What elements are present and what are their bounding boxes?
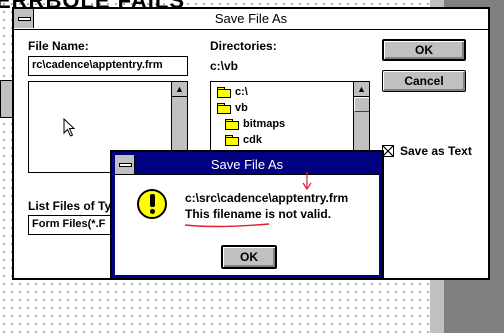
file-name-label-text: File Name: — [28, 39, 89, 53]
exclamation-icon — [137, 189, 167, 219]
mouse-pointer-icon — [63, 118, 76, 137]
open-folder-icon — [217, 103, 231, 115]
dir-item-bitmaps[interactable]: bitmaps — [225, 116, 285, 133]
file-name-input[interactable]: rc\cadence\apptentry.frm — [28, 56, 188, 76]
dir-item-root[interactable]: c:\ — [217, 84, 248, 101]
system-menu-icon[interactable] — [14, 9, 34, 28]
open-folder-icon — [217, 87, 231, 99]
alert-title: Save File As — [210, 157, 284, 172]
ok-button[interactable]: OK — [382, 39, 466, 61]
dir-item-vb[interactable]: vb — [217, 100, 248, 117]
alert-ok-button[interactable]: OK — [221, 245, 277, 269]
list-files-select[interactable]: Form Files(*.F — [28, 215, 118, 235]
alert-message-line: This filename is not valid. — [185, 207, 332, 221]
folder-icon — [225, 119, 239, 131]
save-dialog-titlebar[interactable]: Save File As — [14, 9, 488, 30]
dir-item-label: vb — [235, 102, 248, 114]
current-directory: c:\vb — [210, 59, 239, 73]
system-menu-icon[interactable] — [115, 155, 135, 174]
dir-item-label: cdk — [243, 134, 262, 146]
alert-path-line: c:\src\cadence\apptentry.frm — [185, 191, 349, 205]
alert-body: Save File As c:\src\cadence\apptentry.fr… — [115, 155, 379, 275]
dir-item-label: c:\ — [235, 86, 248, 98]
scroll-thumb[interactable] — [354, 97, 369, 112]
cancel-button[interactable]: Cancel — [382, 70, 466, 92]
invalid-filename-alert: Save File As c:\src\cadence\apptentry.fr… — [110, 150, 384, 280]
scroll-up-icon[interactable]: ▲ — [354, 82, 369, 97]
file-name-label: File Name: — [28, 39, 89, 53]
alert-titlebar[interactable]: Save File As — [115, 155, 379, 175]
save-as-text-label: Save as Text — [400, 144, 472, 158]
folder-icon — [225, 135, 239, 147]
dir-item-label: bitmaps — [243, 118, 286, 130]
directories-label: Directories: — [210, 39, 277, 53]
save-dialog-title: Save File As — [214, 11, 288, 26]
list-files-label: List Files of Ty — [28, 199, 112, 213]
dir-item-cdk[interactable]: cdk — [225, 132, 262, 149]
annotation-arrow-icon — [302, 172, 312, 191]
checkmark-icon — [383, 146, 393, 156]
scroll-up-icon[interactable]: ▲ — [172, 82, 187, 97]
annotation-underline-icon — [184, 223, 270, 228]
